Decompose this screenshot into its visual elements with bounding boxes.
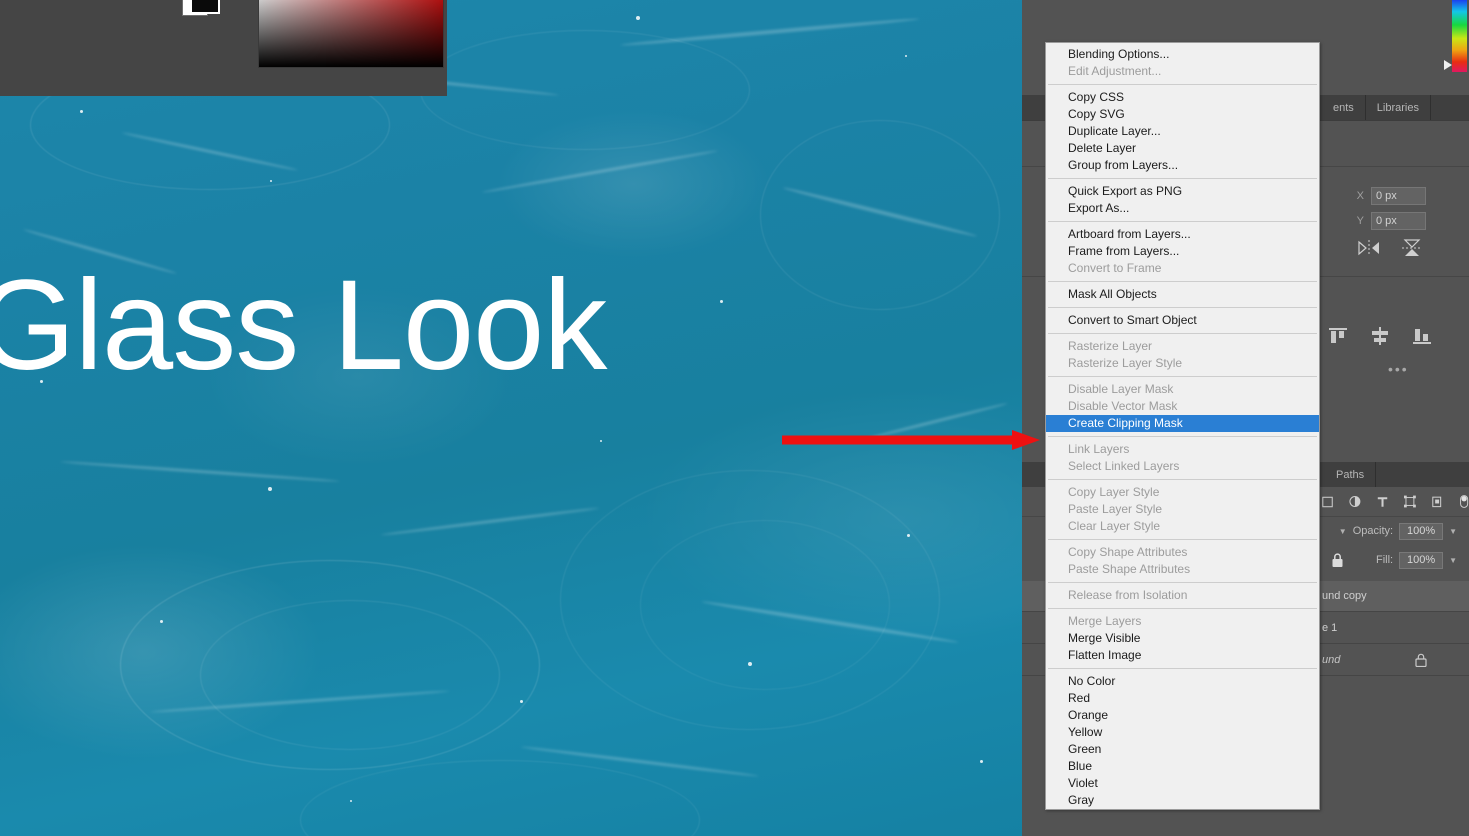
menu-separator bbox=[1048, 376, 1317, 377]
layer-name: e 1 bbox=[1322, 622, 1338, 634]
menu-item-paste-shape-attributes: Paste Shape Attributes bbox=[1068, 562, 1191, 576]
menu-item-edit-adjustment: Edit Adjustment... bbox=[1068, 64, 1162, 78]
opacity-value[interactable]: 100% bbox=[1399, 522, 1444, 540]
menu-separator bbox=[1048, 436, 1317, 437]
menu-item-red[interactable]: Red bbox=[1046, 690, 1319, 707]
menu-item-blue[interactable]: Blue bbox=[1046, 758, 1319, 775]
menu-item-rasterize-layer: Rasterize Layer bbox=[1068, 339, 1153, 353]
foreground-color-swatch[interactable] bbox=[190, 0, 220, 14]
menu-separator bbox=[1048, 178, 1317, 179]
hue-slider-strip[interactable] bbox=[1452, 0, 1467, 72]
fill-chevron-icon[interactable]: ▼ bbox=[1449, 556, 1457, 565]
opacity-label: Opacity: bbox=[1352, 525, 1394, 537]
menu-item-duplicate-layer[interactable]: Duplicate Layer... bbox=[1046, 123, 1319, 140]
layer-context-menu[interactable]: Blending Options... Edit Adjustment... Cop… bbox=[1045, 42, 1320, 810]
y-position-row: Y 0 px bbox=[1350, 212, 1426, 230]
menu-item-rasterize-layer-style: Rasterize Layer Style bbox=[1068, 356, 1183, 370]
menu-item-disable-vector-mask: Disable Vector Mask bbox=[1068, 399, 1178, 413]
x-label: X bbox=[1356, 190, 1364, 202]
menu-item-create-clipping-mask[interactable]: Create Clipping Mask bbox=[1046, 415, 1319, 432]
menu-item-clear-layer-style: Clear Layer Style bbox=[1068, 519, 1161, 533]
filter-toggle-icon[interactable] bbox=[1459, 493, 1469, 510]
red-arrow-annotation bbox=[782, 430, 1040, 450]
water-texture bbox=[0, 0, 1022, 836]
opacity-chevron-icon[interactable]: ▼ bbox=[1449, 527, 1457, 536]
x-position-row: X 0 px bbox=[1350, 187, 1426, 205]
menu-item-merge-visible[interactable]: Merge Visible bbox=[1046, 630, 1319, 647]
blend-mode-chevron-icon[interactable]: ▼ bbox=[1339, 527, 1347, 536]
menu-item-copy-svg[interactable]: Copy SVG bbox=[1046, 106, 1319, 123]
align-bottom-icon[interactable] bbox=[1412, 327, 1432, 345]
align-horizontal-center-icon[interactable] bbox=[1370, 327, 1390, 345]
filter-type-icon[interactable] bbox=[1377, 495, 1388, 509]
tab-libraries[interactable]: Libraries bbox=[1366, 95, 1431, 120]
menu-item-disable-layer-mask: Disable Layer Mask bbox=[1068, 382, 1174, 396]
hue-slider-marker[interactable] bbox=[1444, 60, 1452, 70]
layer-name: und copy bbox=[1322, 590, 1367, 602]
menu-item-copy-css[interactable]: Copy CSS bbox=[1046, 89, 1319, 106]
filter-shape-icon[interactable] bbox=[1403, 494, 1416, 509]
menu-item-link-layers: Link Layers bbox=[1068, 442, 1130, 456]
menu-item-select-linked-layers: Select Linked Layers bbox=[1068, 459, 1180, 473]
filter-pixel-icon[interactable] bbox=[1322, 495, 1333, 509]
fill-value[interactable]: 100% bbox=[1399, 551, 1444, 569]
layer-locked-icon bbox=[1415, 653, 1427, 667]
menu-separator bbox=[1048, 307, 1317, 308]
canvas-text-glass-look: Glass Look bbox=[0, 254, 607, 397]
tab-adjustments[interactable]: ents bbox=[1322, 95, 1366, 120]
menu-item-convert-to-smart-object[interactable]: Convert to Smart Object bbox=[1046, 312, 1319, 329]
fill-label: Fill: bbox=[1375, 554, 1394, 566]
menu-item-green[interactable]: Green bbox=[1046, 741, 1319, 758]
menu-separator bbox=[1048, 539, 1317, 540]
menu-item-violet[interactable]: Violet bbox=[1046, 775, 1319, 792]
flip-horizontal-icon[interactable] bbox=[1358, 240, 1380, 256]
filter-smart-object-icon[interactable] bbox=[1431, 494, 1443, 509]
menu-item-group-from-layers[interactable]: Group from Layers... bbox=[1046, 157, 1319, 174]
menu-separator bbox=[1048, 582, 1317, 583]
menu-item-delete-layer[interactable]: Delete Layer bbox=[1046, 140, 1319, 157]
x-input[interactable]: 0 px bbox=[1371, 187, 1426, 205]
menu-item-frame-from-layers[interactable]: Frame from Layers... bbox=[1046, 243, 1319, 260]
menu-item-blending-options[interactable]: Blending Options... bbox=[1046, 46, 1319, 63]
lock-all-icon[interactable] bbox=[1331, 552, 1344, 568]
menu-item-copy-shape-attributes: Copy Shape Attributes bbox=[1068, 545, 1188, 559]
color-picker-field[interactable] bbox=[258, 0, 444, 68]
align-icons-row bbox=[1328, 327, 1432, 345]
menu-separator bbox=[1048, 84, 1317, 85]
menu-item-no-color[interactable]: No Color bbox=[1046, 673, 1319, 690]
filter-adjustment-icon[interactable] bbox=[1349, 494, 1361, 509]
more-options-dots[interactable]: ••• bbox=[1388, 361, 1409, 377]
document-canvas[interactable]: Glass Look bbox=[0, 0, 1022, 836]
menu-item-release-from-isolation: Release from Isolation bbox=[1068, 588, 1188, 602]
menu-separator bbox=[1048, 221, 1317, 222]
menu-item-yellow[interactable]: Yellow bbox=[1046, 724, 1319, 741]
menu-item-export-as[interactable]: Export As... bbox=[1046, 200, 1319, 217]
menu-item-gray[interactable]: Gray bbox=[1046, 792, 1319, 809]
y-label: Y bbox=[1356, 215, 1364, 227]
menu-separator bbox=[1048, 333, 1317, 334]
menu-item-quick-export-as-png[interactable]: Quick Export as PNG bbox=[1046, 183, 1319, 200]
foreground-background-swatches[interactable] bbox=[182, 0, 228, 30]
menu-item-convert-to-frame: Convert to Frame bbox=[1068, 261, 1162, 275]
tab-paths[interactable]: Paths bbox=[1325, 462, 1377, 487]
menu-item-copy-layer-style: Copy Layer Style bbox=[1068, 485, 1160, 499]
menu-separator bbox=[1048, 608, 1317, 609]
menu-item-paste-layer-style: Paste Layer Style bbox=[1068, 502, 1163, 516]
menu-item-orange[interactable]: Orange bbox=[1046, 707, 1319, 724]
menu-separator bbox=[1048, 668, 1317, 669]
flip-icons-row bbox=[1358, 239, 1422, 257]
menu-item-mask-all-objects[interactable]: Mask All Objects bbox=[1046, 286, 1319, 303]
menu-item-flatten-image[interactable]: Flatten Image bbox=[1046, 647, 1319, 664]
y-input[interactable]: 0 px bbox=[1371, 212, 1426, 230]
align-top-icon[interactable] bbox=[1328, 327, 1348, 345]
menu-separator bbox=[1048, 479, 1317, 480]
menu-item-artboard-from-layers[interactable]: Artboard from Layers... bbox=[1046, 226, 1319, 243]
flip-vertical-icon[interactable] bbox=[1402, 239, 1422, 257]
layer-name: und bbox=[1322, 654, 1341, 666]
photoshop-window: Glass Look ents Libraries X 0 px Y 0 px bbox=[0, 0, 1469, 836]
menu-item-merge-layers: Merge Layers bbox=[1068, 614, 1142, 628]
menu-separator bbox=[1048, 281, 1317, 282]
